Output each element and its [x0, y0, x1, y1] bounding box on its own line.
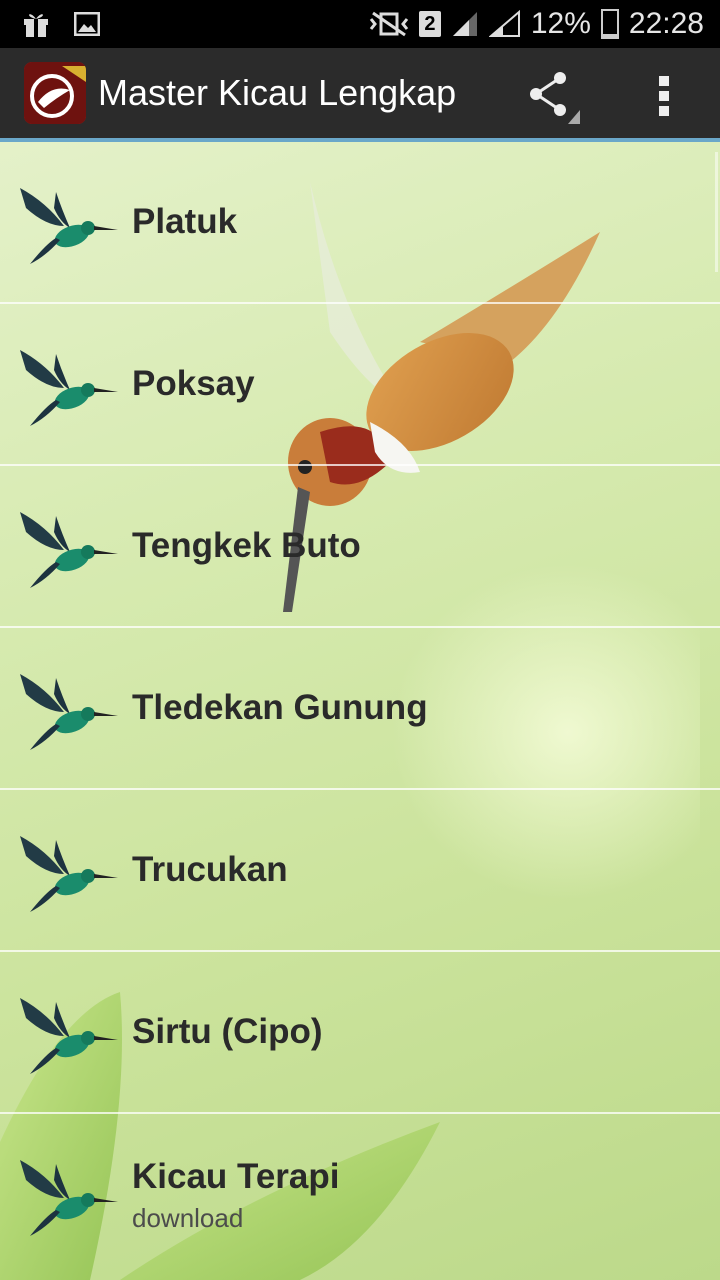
hummingbird-icon: [20, 512, 118, 588]
scrollbar[interactable]: [715, 152, 718, 272]
signal-icon: [451, 10, 479, 38]
overflow-menu-icon: [656, 74, 672, 123]
battery-icon: [600, 9, 619, 39]
clock: 22:28: [628, 7, 704, 40]
app-title: Master Kicau Lengkap: [98, 72, 457, 113]
overflow-menu-button[interactable]: [640, 68, 688, 128]
sim-icon: 2: [418, 11, 441, 37]
list-item-title: Sirtu (Cipo): [132, 1012, 323, 1051]
list-item[interactable]: Platuk: [0, 142, 720, 304]
hummingbird-icon: [20, 836, 118, 912]
share-button[interactable]: [522, 68, 582, 128]
list-item[interactable]: Tengkek Buto: [0, 466, 720, 628]
song-list: Platuk Poksay Tengkek Buto Tledekan Gunu…: [0, 142, 720, 1276]
share-icon: [522, 66, 582, 131]
battery-percent: 12%: [530, 7, 591, 40]
list-item-title: Kicau Terapi: [132, 1156, 340, 1196]
hummingbird-icon: [20, 998, 118, 1074]
list-item-title: Platuk: [132, 202, 238, 241]
list-item-title: Tengkek Buto: [132, 526, 361, 565]
vibrate-icon: [369, 11, 409, 37]
signal-icon: [488, 10, 521, 38]
hummingbird-icon: [20, 1160, 118, 1236]
list-item[interactable]: Tledekan Gunung: [0, 628, 720, 790]
list-item[interactable]: Trucukan: [0, 790, 720, 952]
image-icon: [74, 12, 100, 36]
hummingbird-icon: [20, 350, 118, 426]
list-item[interactable]: Sirtu (Cipo): [0, 952, 720, 1114]
list-item-title: Poksay: [132, 364, 255, 403]
status-bar: 2 12% 22:28: [0, 0, 720, 48]
content-area: Platuk Poksay Tengkek Buto Tledekan Gunu…: [0, 142, 720, 1280]
list-item[interactable]: Kicau Terapi download: [0, 1114, 720, 1276]
list-item[interactable]: Poksay: [0, 304, 720, 466]
app-logo-icon[interactable]: [24, 62, 86, 124]
hummingbird-icon: [20, 674, 118, 750]
gift-icon: [22, 10, 50, 38]
list-item-title: Trucukan: [132, 850, 288, 889]
action-bar: Master Kicau Lengkap: [0, 48, 720, 142]
hummingbird-icon: [20, 188, 118, 264]
list-item-subtitle: download: [132, 1202, 244, 1233]
list-item-title: Tledekan Gunung: [132, 688, 428, 727]
